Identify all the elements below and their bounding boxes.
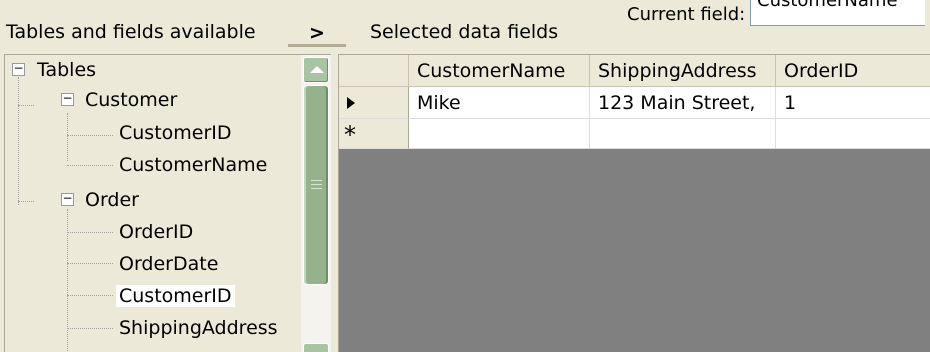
- tree-connector: [18, 105, 34, 106]
- table-cell[interactable]: 1: [776, 87, 930, 119]
- tree-item-customer[interactable]: Customer: [82, 85, 180, 115]
- table-cell[interactable]: [409, 119, 590, 149]
- table-cell[interactable]: Mike: [409, 87, 590, 119]
- tree-item-customer-customerid[interactable]: CustomerID: [116, 118, 235, 148]
- tree-item-customer-customername[interactable]: CustomerName: [116, 150, 270, 180]
- row-header-corner: [339, 55, 409, 87]
- tree-item-tables[interactable]: Tables: [34, 55, 99, 85]
- tree-connector: [67, 135, 113, 136]
- tree-item-order-orderid[interactable]: OrderID: [116, 217, 196, 247]
- tree-connector: [67, 113, 68, 161]
- tree-item-label: CustomerID: [119, 122, 232, 144]
- table-cell[interactable]: [776, 119, 930, 149]
- scroll-up-arrow-icon[interactable]: [303, 57, 329, 83]
- scrollbar-thumb[interactable]: [303, 85, 329, 285]
- scroll-down-arrow-icon[interactable]: [303, 343, 329, 352]
- tree-item-order-customerid[interactable]: CustomerID: [116, 281, 235, 311]
- tree-item-label: ShippingAddress: [119, 317, 278, 339]
- current-row-pointer-icon: [347, 97, 355, 109]
- tree-scrollbar[interactable]: [301, 55, 331, 352]
- column-header[interactable]: OrderID: [776, 55, 930, 87]
- current-field-label: Current field:: [627, 4, 746, 25]
- tree-connector: [67, 209, 68, 352]
- tree-item-label: CustomerID: [116, 285, 235, 307]
- fields-tree[interactable]: − Tables − Customer CustomerID CustomerN…: [4, 54, 331, 352]
- tree-item-label: Tables: [37, 59, 97, 81]
- tree-connector: [67, 232, 113, 233]
- grip-line: [311, 188, 322, 189]
- grip-line: [311, 180, 322, 181]
- current-field-input[interactable]: CustomerName: [750, 0, 925, 26]
- collapse-tables-icon[interactable]: −: [12, 62, 25, 76]
- selected-fields-label: Selected data fields: [370, 21, 559, 43]
- selected-fields-grid[interactable]: CustomerName ShippingAddress OrderID Mik…: [338, 54, 930, 352]
- table-cell[interactable]: 123 Main Street,: [590, 87, 776, 119]
- available-fields-label: Tables and fields available: [6, 21, 256, 43]
- collapse-customer-icon[interactable]: −: [61, 92, 74, 106]
- current-field-value: CustomerName: [757, 0, 898, 11]
- tree-connector: [67, 295, 113, 296]
- tree-item-label: OrderID: [119, 221, 194, 243]
- tree-item-label: Order: [85, 189, 139, 211]
- row-selector[interactable]: *: [339, 119, 409, 149]
- tree-item-label: CustomerName: [119, 154, 268, 176]
- grip-line: [311, 184, 322, 185]
- new-row-asterisk-icon: *: [344, 121, 356, 149]
- add-field-button[interactable]: >: [288, 21, 346, 47]
- tree-item-label: Customer: [85, 89, 178, 111]
- column-header[interactable]: CustomerName: [409, 55, 590, 87]
- tree-item-label: OrderDate: [119, 253, 219, 275]
- tree-item-order-orderdate[interactable]: OrderDate: [116, 249, 221, 279]
- row-selector[interactable]: [339, 87, 409, 119]
- tree-connector: [67, 165, 113, 166]
- tree-connector: [67, 328, 113, 329]
- column-header[interactable]: ShippingAddress: [590, 55, 776, 87]
- tree-connector: [18, 201, 34, 202]
- tree-connector: [67, 263, 113, 264]
- collapse-order-icon[interactable]: −: [61, 192, 74, 206]
- tree-item-order[interactable]: Order: [82, 185, 142, 215]
- table-cell[interactable]: [590, 119, 776, 149]
- tree-connector: [18, 77, 19, 205]
- tree-item-order-shippingaddress[interactable]: ShippingAddress: [116, 313, 281, 343]
